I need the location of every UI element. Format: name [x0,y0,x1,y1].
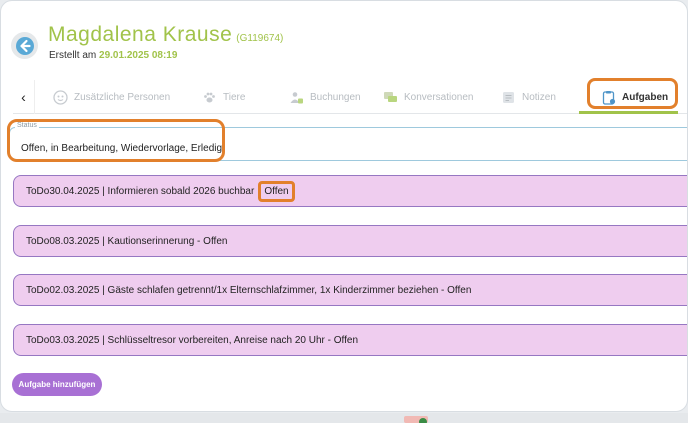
customer-name: Magdalena Krause [48,23,233,46]
customer-card: Magdalena Krause (G119674) Erstellt am 29… [0,0,688,412]
todo-item[interactable]: ToDo02.03.2025 | Gäste schlafen getrennt… [13,274,687,306]
paw-icon [202,90,217,105]
todo-text: ToDo30.04.2025 | Informieren sobald 2026… [26,185,255,197]
notes-icon [501,90,516,105]
todo-status-badge: Offen [258,180,295,202]
tab-aufgaben[interactable]: Aufgaben [601,80,668,114]
back-button[interactable] [11,32,38,59]
clipboard-icon [601,90,616,105]
tab-bar: ‹ Zusätzliche Personen Tiere Buchungen K… [13,80,687,114]
tab-konversationen[interactable]: Konversationen [383,80,474,114]
created-label: Erstellt am [49,50,97,61]
tab-notizen[interactable]: Notizen [501,80,556,114]
active-tab-indicator [579,111,678,114]
todo-text: ToDo08.03.2025 | Kautionserinnerung - Of… [26,235,228,247]
arrow-left-icon [15,36,34,55]
created-value: 29.01.2025 08:19 [99,50,178,61]
add-task-button[interactable]: Aufgabe hinzufügen [12,373,102,396]
tab-tiere[interactable]: Tiere [202,80,245,114]
window-bottom-strip [0,413,688,423]
created-info: Erstellt am 29.01.2025 08:19 [49,50,177,61]
booking-icon [289,90,304,105]
tab-buchungen[interactable]: Buchungen [289,80,361,114]
tab-scroll-left-button[interactable]: ‹ [13,80,35,114]
page-title: Magdalena Krause (G119674) [48,23,283,47]
customer-id: (G119674) [236,33,284,44]
tab-label: Zusätzliche Personen [74,91,171,103]
tab-label: Konversationen [404,91,474,103]
todo-text: ToDo02.03.2025 | Gäste schlafen getrennt… [26,284,472,296]
status-field-label: Status [15,122,39,129]
tab-label: Buchungen [310,91,361,103]
todo-item[interactable]: ToDo30.04.2025 | Informieren sobald 2026… [13,175,687,207]
taskbar-dot-icon [419,418,427,423]
chat-icon [383,90,398,105]
status-field-value: Offen, in Bearbeitung, Wiedervorlage, Er… [21,143,225,154]
todo-item[interactable]: ToDo08.03.2025 | Kautionserinnerung - Of… [13,225,687,257]
tab-zusaetzliche-personen[interactable]: Zusätzliche Personen [53,80,170,114]
todo-item[interactable]: ToDo03.03.2025 | Schlüsseltresor vorbere… [13,324,687,356]
tab-label: Notizen [522,91,556,103]
tab-label: Aufgaben [622,91,669,103]
tab-label: Tiere [223,91,246,103]
persons-icon [53,89,68,105]
todo-text: ToDo03.03.2025 | Schlüsseltresor vorbere… [26,334,359,346]
